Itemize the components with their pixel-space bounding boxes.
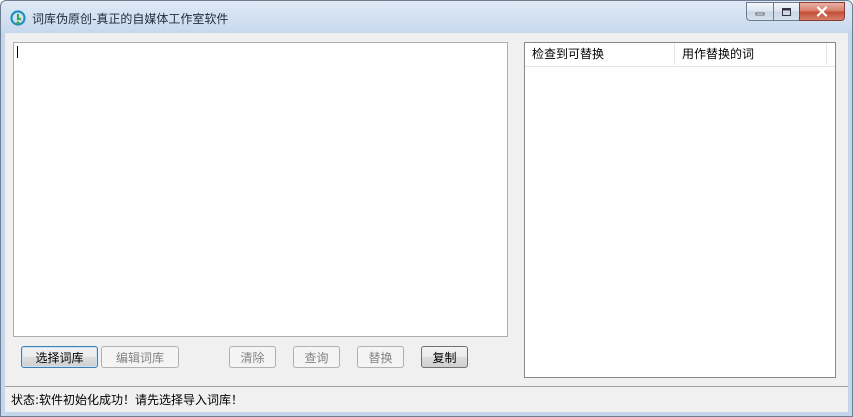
close-button[interactable] bbox=[799, 2, 845, 21]
caption-buttons bbox=[746, 2, 845, 22]
status-text: 状态:软件初始化成功！请先选择导入词库！ bbox=[11, 393, 244, 407]
client-area: 检查到可替换 用作替换的词 选择词库 编辑词库 清除 查询 替换 复制 状态:软… bbox=[5, 33, 848, 412]
maximize-button[interactable] bbox=[773, 2, 799, 21]
column-header-found[interactable]: 检查到可替换 bbox=[525, 43, 675, 65]
copy-button[interactable]: 复制 bbox=[421, 346, 468, 368]
replacement-list[interactable]: 检查到可替换 用作替换的词 bbox=[524, 42, 836, 378]
query-button[interactable]: 查询 bbox=[293, 346, 340, 368]
replace-button[interactable]: 替换 bbox=[357, 346, 404, 368]
maximize-icon bbox=[782, 7, 791, 16]
column-header-replacement[interactable]: 用作替换的词 bbox=[675, 43, 827, 65]
select-library-button[interactable]: 选择词库 bbox=[21, 346, 98, 368]
clear-button[interactable]: 清除 bbox=[229, 346, 276, 368]
text-editor[interactable] bbox=[13, 42, 508, 337]
text-caret bbox=[17, 46, 18, 58]
status-bar: 状态:软件初始化成功！请先选择导入词库！ bbox=[5, 386, 848, 409]
main-window: 词库伪原创-真正的自媒体工作室软件 检查到可替换 用作替换的词 选择词库 编辑词… bbox=[0, 0, 853, 417]
list-header: 检查到可替换 用作替换的词 bbox=[525, 43, 835, 67]
edit-library-button[interactable]: 编辑词库 bbox=[101, 346, 179, 368]
minimize-button[interactable] bbox=[746, 2, 773, 21]
app-logo-icon bbox=[10, 10, 26, 26]
title-bar[interactable]: 词库伪原创-真正的自媒体工作室软件 bbox=[1, 1, 852, 33]
close-icon bbox=[816, 6, 828, 17]
minimize-icon bbox=[755, 12, 764, 15]
window-title: 词库伪原创-真正的自媒体工作室软件 bbox=[32, 12, 229, 26]
